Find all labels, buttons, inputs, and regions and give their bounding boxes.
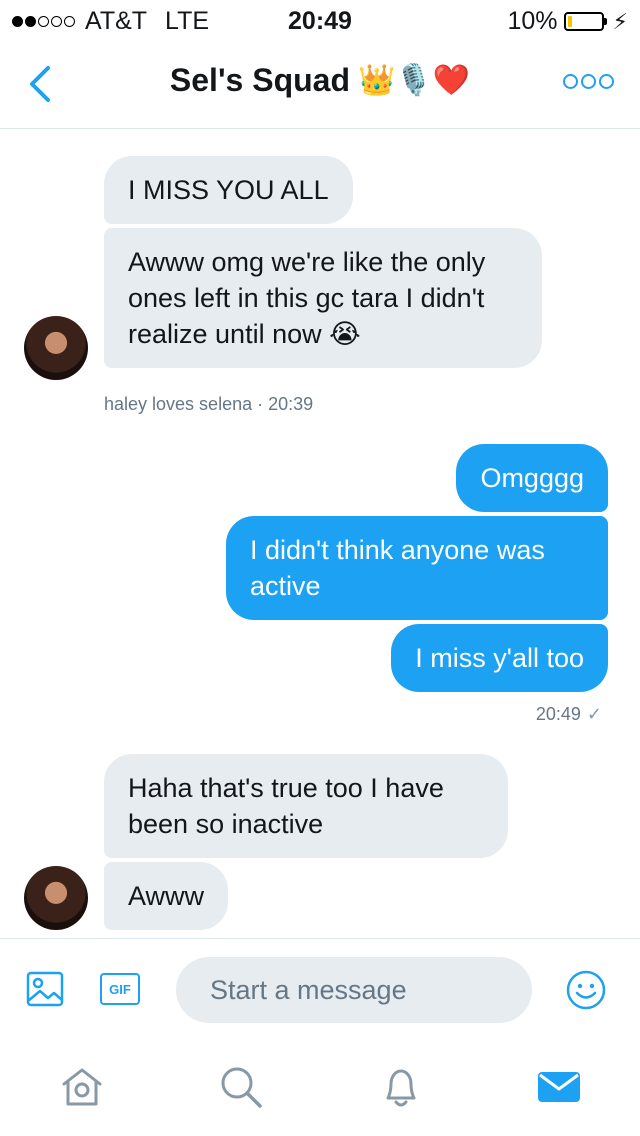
tab-home[interactable] bbox=[57, 1062, 107, 1112]
outgoing-message[interactable]: I miss y'all too bbox=[391, 624, 608, 692]
home-icon bbox=[62, 1068, 102, 1106]
status-right: 10% ⚡︎ bbox=[508, 7, 629, 36]
message-input[interactable] bbox=[176, 957, 532, 1023]
search-icon bbox=[221, 1067, 262, 1108]
incoming-message[interactable]: I MISS YOU ALL bbox=[104, 156, 353, 224]
tab-messages[interactable] bbox=[534, 1062, 584, 1112]
bolt-icon: ⚡︎ bbox=[612, 8, 628, 34]
sent-check-icon: ✓ bbox=[586, 704, 602, 724]
message-time: 20:49 bbox=[535, 704, 581, 724]
outgoing-message[interactable]: I didn't think anyone was active bbox=[226, 516, 608, 620]
image-icon[interactable] bbox=[26, 971, 64, 1012]
mail-icon bbox=[538, 1072, 580, 1102]
title-emojis: 👑🎙️❤️ bbox=[358, 64, 471, 97]
avatar[interactable] bbox=[24, 866, 88, 930]
emoji-icon[interactable] bbox=[565, 969, 607, 1016]
message-composer: GIF bbox=[0, 938, 640, 1039]
tab-bar bbox=[0, 1038, 640, 1136]
battery-percent: 10% bbox=[507, 7, 558, 35]
battery-icon bbox=[563, 12, 607, 31]
outgoing-message[interactable]: Omgggg bbox=[456, 444, 608, 512]
conversation-title-container[interactable]: Sel's Squad 👑🎙️❤️ bbox=[0, 62, 640, 99]
status-bar: AT&T LTE 20:49 10% ⚡︎ bbox=[0, 0, 640, 40]
conversation-title: Sel's Squad bbox=[169, 62, 351, 98]
conversation-header: Sel's Squad 👑🎙️❤️ bbox=[0, 40, 640, 129]
incoming-message[interactable]: Awww bbox=[104, 862, 229, 930]
incoming-message[interactable]: Haha that's true too I have been so inac… bbox=[104, 754, 508, 858]
avatar[interactable] bbox=[24, 316, 88, 380]
message-meta: 20:49 ✓ bbox=[536, 704, 602, 725]
more-options-icon[interactable] bbox=[560, 74, 614, 89]
gif-button[interactable]: GIF bbox=[100, 973, 140, 1005]
message-meta: haley loves selena · 20:39 bbox=[104, 394, 314, 414]
gif-label: GIF bbox=[109, 981, 131, 997]
tab-search[interactable] bbox=[216, 1062, 266, 1112]
incoming-message[interactable]: Awww omg we're like the only ones left i… bbox=[104, 228, 542, 368]
bell-icon bbox=[386, 1069, 416, 1107]
tab-notifications[interactable] bbox=[376, 1062, 426, 1112]
